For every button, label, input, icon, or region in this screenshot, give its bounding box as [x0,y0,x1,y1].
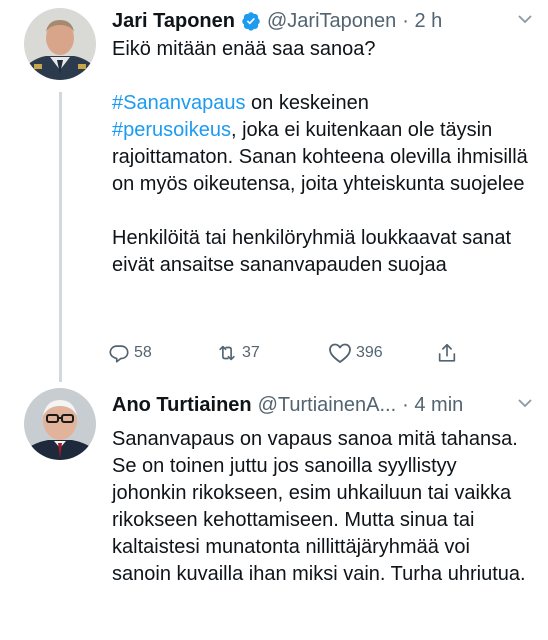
share-icon [436,342,458,364]
like-button[interactable]: 396 [328,342,383,364]
hashtag-link[interactable]: #perusoikeus [112,119,231,141]
tweet-header: Jari Taponen @JariTaponen · 2 h [112,8,534,34]
user-handle[interactable]: @TurtiainenA... [258,394,397,417]
heart-icon [328,342,352,364]
timestamp[interactable]: · 2 h [402,10,442,33]
hashtag-link[interactable]: #Sananvapaus [112,92,245,114]
tweet-paragraph: #Sananvapaus on keskeinen #perusoikeus, j… [112,90,532,198]
user-handle[interactable]: @JariTaponen [267,10,396,33]
reply-button[interactable]: 58 [108,342,152,364]
timestamp[interactable]: · 4 min [402,394,463,417]
tweet-line: Eikö mitään enää saa sanoa? [112,38,376,60]
tweet-header: Ano Turtiainen @TurtiainenA... · 4 min [112,392,534,418]
tweet-paragraph: Henkilöitä tai henkilöryhmiä loukkaavat … [112,227,512,276]
reply-icon [108,342,130,364]
chevron-down-icon[interactable] [516,10,534,34]
avatar[interactable] [24,388,96,460]
display-name[interactable]: Ano Turtiainen [112,394,252,417]
tweet-paragraph: Sananvapaus on vapaus sanoa mitä tahansa… [112,428,526,585]
verified-badge-icon [241,11,261,31]
retweet-icon [216,342,238,364]
tweet-text: Eikö mitään enää saa sanoa? #Sananvapaus… [112,36,532,279]
share-button[interactable] [436,342,458,364]
chevron-down-icon[interactable] [516,394,534,418]
thread-line [59,92,62,382]
display-name[interactable]: Jari Taponen [112,10,235,33]
like-count: 396 [356,344,383,361]
retweet-count: 37 [242,344,260,361]
tweet-text-fragment: on keskeinen [245,92,369,114]
tweet-text: Sananvapaus on vapaus sanoa mitä tahansa… [112,426,532,588]
reply-count: 58 [134,344,152,361]
avatar[interactable] [24,8,96,80]
retweet-button[interactable]: 37 [216,342,260,364]
